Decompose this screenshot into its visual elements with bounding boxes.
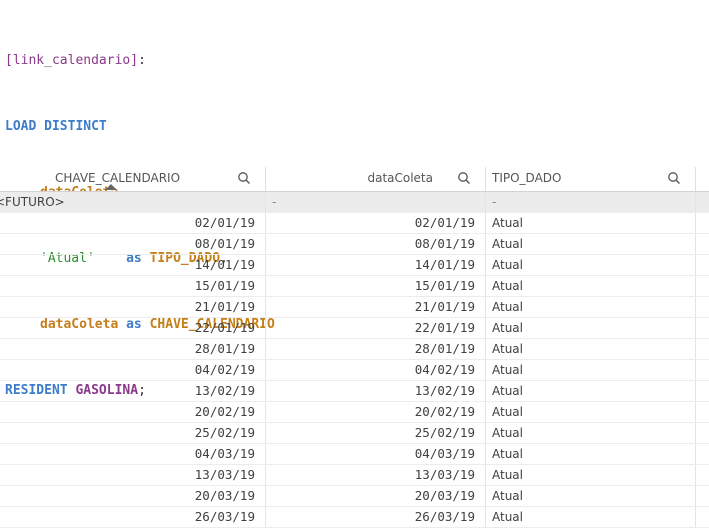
cell-chave-calendario: 28/01/19 bbox=[0, 339, 266, 359]
cell-chave-calendario: 02/01/19 bbox=[0, 213, 266, 233]
search-icon[interactable] bbox=[667, 171, 681, 185]
table-label: [link_calendario] bbox=[5, 53, 139, 68]
cell-datacoleta: 13/03/19 bbox=[266, 465, 486, 485]
cell-tipo-dado: Atual bbox=[486, 213, 696, 233]
cell-chave-calendario: 08/01/19 bbox=[0, 234, 266, 254]
table-row[interactable]: 20/02/19 20/02/19 Atual bbox=[0, 402, 709, 423]
cell-datacoleta: 04/02/19 bbox=[266, 360, 486, 380]
cell-tipo-dado: Atual bbox=[486, 486, 696, 506]
cell-datacoleta: 14/01/19 bbox=[266, 255, 486, 275]
table-row-futuro[interactable]: <FUTURO> - - bbox=[0, 192, 709, 213]
table-row[interactable]: 28/01/19 28/01/19 Atual bbox=[0, 339, 709, 360]
cell-tipo-dado: Atual bbox=[486, 276, 696, 296]
column-header-tipo-dado[interactable]: TIPO_DADO bbox=[486, 167, 696, 191]
table-header: CHAVE_CALENDARIO dataColeta TIPO_DADO bbox=[0, 167, 709, 192]
cell-tipo-dado: Atual bbox=[486, 318, 696, 338]
cell-tipo-dado: Atual bbox=[486, 360, 696, 380]
table-row[interactable]: 02/01/19 02/01/19 Atual bbox=[0, 213, 709, 234]
cell-tipo-dado: Atual bbox=[486, 234, 696, 254]
data-table: CHAVE_CALENDARIO dataColeta TIPO_DADO <F… bbox=[0, 167, 709, 528]
table-row[interactable]: 21/01/19 21/01/19 Atual bbox=[0, 297, 709, 318]
cell-tipo-dado: Atual bbox=[486, 255, 696, 275]
cell-chave-calendario: <FUTURO> bbox=[0, 192, 266, 212]
cell-tipo-dado: Atual bbox=[486, 297, 696, 317]
table-row[interactable]: 20/03/19 20/03/19 Atual bbox=[0, 486, 709, 507]
search-icon[interactable] bbox=[457, 171, 471, 185]
table-row[interactable]: 13/03/19 13/03/19 Atual bbox=[0, 465, 709, 486]
cell-datacoleta: 15/01/19 bbox=[266, 276, 486, 296]
table-row[interactable]: 22/01/19 22/01/19 Atual bbox=[0, 318, 709, 339]
cell-datacoleta: 22/01/19 bbox=[266, 318, 486, 338]
cell-chave-calendario: 20/03/19 bbox=[0, 486, 266, 506]
cell-datacoleta: 20/03/19 bbox=[266, 486, 486, 506]
cell-tipo-dado: Atual bbox=[486, 444, 696, 464]
table-row[interactable]: 15/01/19 15/01/19 Atual bbox=[0, 276, 709, 297]
code-line-2: LOAD DISTINCT bbox=[5, 116, 275, 138]
cell-datacoleta: 25/02/19 bbox=[266, 423, 486, 443]
cell-chave-calendario: 20/02/19 bbox=[0, 402, 266, 422]
cell-tipo-dado: Atual bbox=[486, 402, 696, 422]
cell-chave-calendario: 15/01/19 bbox=[0, 276, 266, 296]
cell-tipo-dado: - bbox=[486, 192, 696, 212]
cell-datacoleta: 02/01/19 bbox=[266, 213, 486, 233]
cell-chave-calendario: 25/02/19 bbox=[0, 423, 266, 443]
cell-datacoleta: 08/01/19 bbox=[266, 234, 486, 254]
cell-chave-calendario: 21/01/19 bbox=[0, 297, 266, 317]
cell-tipo-dado: Atual bbox=[486, 507, 696, 527]
cell-tipo-dado: Atual bbox=[486, 423, 696, 443]
cell-datacoleta: 13/02/19 bbox=[266, 381, 486, 401]
table-body: 02/01/19 02/01/19 Atual 08/01/19 08/01/19 Atu… bbox=[0, 213, 709, 528]
cell-chave-calendario: 04/02/19 bbox=[0, 360, 266, 380]
cell-datacoleta: 28/01/19 bbox=[266, 339, 486, 359]
column-header-label: TIPO_DADO bbox=[492, 171, 562, 185]
load-keyword: LOAD DISTINCT bbox=[5, 119, 107, 134]
column-header-chave-calendario[interactable]: CHAVE_CALENDARIO bbox=[0, 167, 266, 191]
code-line-1: [link_calendario]: bbox=[5, 53, 146, 68]
column-header-datacoleta[interactable]: dataColeta bbox=[266, 167, 486, 191]
cell-datacoleta: - bbox=[266, 192, 486, 212]
table-row[interactable]: 26/03/19 26/03/19 Atual bbox=[0, 507, 709, 528]
cell-chave-calendario: 22/01/19 bbox=[0, 318, 266, 338]
table-row[interactable]: 04/02/19 04/02/19 Atual bbox=[0, 360, 709, 381]
table-row[interactable]: 25/02/19 25/02/19 Atual bbox=[0, 423, 709, 444]
cell-datacoleta: 20/02/19 bbox=[266, 402, 486, 422]
cell-tipo-dado: Atual bbox=[486, 381, 696, 401]
cell-chave-calendario: 26/03/19 bbox=[0, 507, 266, 527]
column-header-label: CHAVE_CALENDARIO bbox=[55, 171, 181, 185]
cell-chave-calendario: 13/02/19 bbox=[0, 381, 266, 401]
table-row[interactable]: 04/03/19 04/03/19 Atual bbox=[0, 444, 709, 465]
table-row[interactable]: 13/02/19 13/02/19 Atual bbox=[0, 381, 709, 402]
cell-chave-calendario: 14/01/19 bbox=[0, 255, 266, 275]
cell-datacoleta: 04/03/19 bbox=[266, 444, 486, 464]
cell-chave-calendario: 13/03/19 bbox=[0, 465, 266, 485]
table-row[interactable]: 08/01/19 08/01/19 Atual bbox=[0, 234, 709, 255]
cell-datacoleta: 21/01/19 bbox=[266, 297, 486, 317]
column-header-label: dataColeta bbox=[367, 171, 433, 185]
sort-ascending-icon bbox=[105, 184, 117, 190]
cell-tipo-dado: Atual bbox=[486, 339, 696, 359]
cell-datacoleta: 26/03/19 bbox=[266, 507, 486, 527]
cell-tipo-dado: Atual bbox=[486, 465, 696, 485]
table-row[interactable]: 14/01/19 14/01/19 Atual bbox=[0, 255, 709, 276]
search-icon[interactable] bbox=[237, 171, 251, 185]
cell-chave-calendario: 04/03/19 bbox=[0, 444, 266, 464]
